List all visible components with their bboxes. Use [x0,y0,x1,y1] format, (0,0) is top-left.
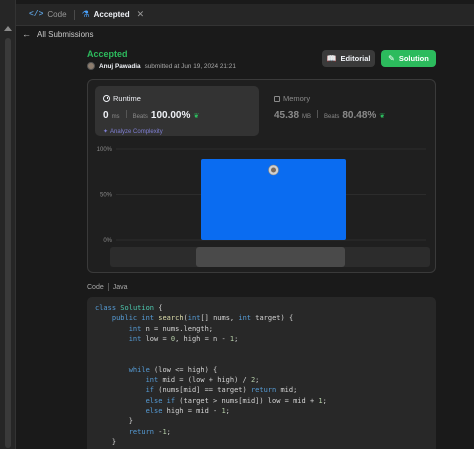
solution-button[interactable]: ✎ Solution [381,50,436,67]
editorial-label: Editorial [340,54,371,63]
code-icon: </> [29,10,44,19]
submission-status: Accepted [87,49,128,59]
chart-range-thumb[interactable] [196,247,345,267]
code-line: return -1; [128,427,171,436]
code-tab-label: Code [87,283,104,291]
code-line: int n = nums.length; [128,324,214,333]
author-row: Anuj Pawadia submitted at Jun 19, 2024 2… [87,62,236,70]
tab-accepted[interactable]: ⚗ Accepted ✕ [77,4,150,26]
code-line: else if (target > nums[mid]) low = mid +… [145,396,327,405]
edit-icon: ✎ [388,54,395,63]
code-line: int mid = (low + high) / 2; [145,376,260,385]
author-name[interactable]: Anuj Pawadia [99,63,141,70]
performance-card: Runtime 0 ms Beats 100.00% ❦ ✦ Analyze C… [87,79,436,273]
code-line: public int search(int[] nums, int target… [111,314,294,323]
scrollbar-thumb[interactable] [5,38,11,448]
tab-accepted-label: Accepted [93,10,130,19]
code-language-row: Code Java [87,283,128,291]
scroll-up-arrow-icon[interactable] [4,26,12,31]
code-block[interactable]: class Solution { public int search(int[]… [87,297,436,449]
language-label: Java [112,283,128,291]
flask-icon: ⚗ [81,9,90,19]
runtime-distribution-chart: 100% 50% 0% [97,147,426,244]
back-to-submissions[interactable]: ← All Submissions [22,28,93,40]
tab-code[interactable]: </> Code [24,4,72,26]
y-tick-label: 0% [103,238,112,244]
code-line: while (low <= high) { [128,365,218,374]
user-avatar-marker-face [271,167,276,173]
avatar[interactable] [87,62,95,70]
arrow-left-icon: ← [22,29,31,39]
tab-code-label: Code [47,10,67,19]
tab-bar: </> Code ⚗ Accepted ✕ [16,4,474,26]
code-line: } [95,417,133,426]
y-tick-label: 100% [97,147,113,153]
code-line: if (nums[mid] == target) return mid; [145,386,298,395]
close-icon[interactable]: ✕ [137,9,145,20]
editorial-button[interactable]: 📖 Editorial [322,50,375,67]
divider [107,283,109,291]
code-line: class Solution { [95,304,163,312]
back-link-label: All Submissions [37,29,94,39]
chart-range-scrollbar[interactable] [110,247,430,267]
tab-divider [73,9,75,20]
submitted-time: submitted at Jun 19, 2024 21:21 [144,62,236,70]
y-tick-label: 50% [100,193,113,199]
solution-label: Solution [398,54,429,63]
book-icon: 📖 [326,54,337,63]
code-line: } [95,437,117,446]
code-line: int low = 0, high = n - 1; [128,334,239,343]
left-scrollbar[interactable] [0,0,16,449]
code-line: else high = mid - 1; [145,406,230,415]
